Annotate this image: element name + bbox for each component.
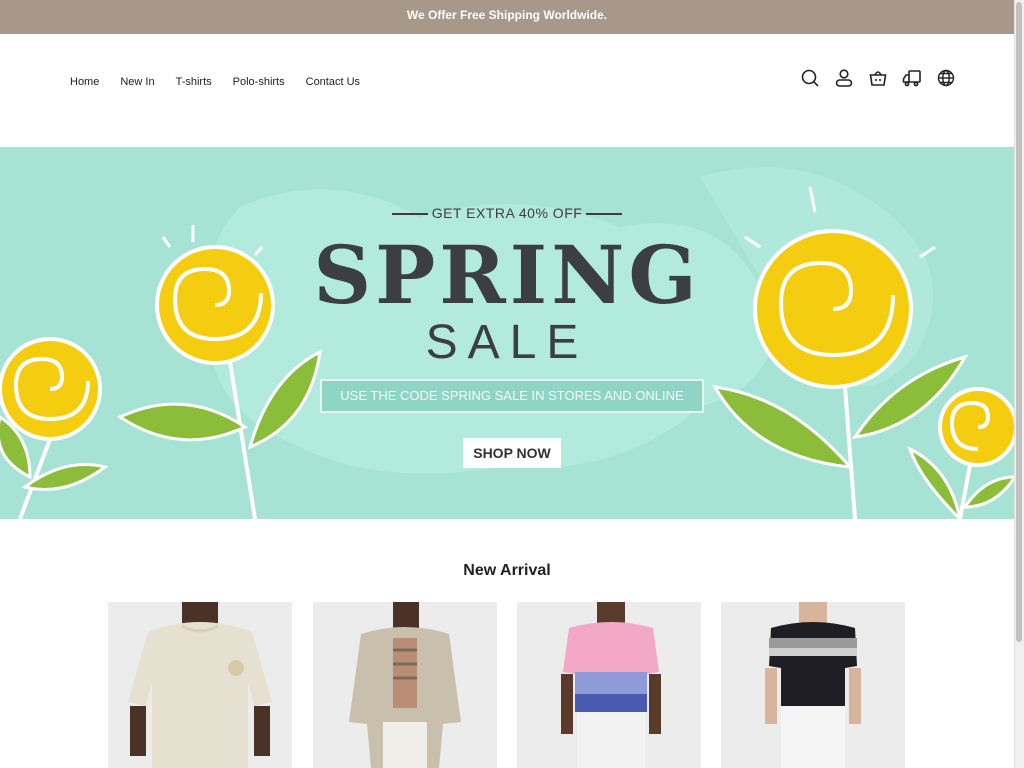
main-nav: Home New In T-shirts Polo-shirts Contact…	[70, 76, 360, 88]
nav-tshirts[interactable]: T-shirts	[176, 76, 212, 88]
cart-icon[interactable]	[868, 68, 888, 88]
product-image	[108, 602, 292, 768]
promo-code-banner: USE THE CODE SPRING SALE IN STORES AND O…	[320, 379, 704, 413]
product-image	[517, 602, 701, 768]
hero-subtitle: SALE	[425, 316, 589, 369]
product-card[interactable]	[108, 602, 292, 768]
kicker-line-right	[586, 213, 623, 216]
hero-kicker: GET EXTRA 40% OFF	[0, 205, 1014, 221]
hero-kicker-text: GET EXTRA 40% OFF	[431, 205, 583, 221]
site-header: Home New In T-shirts Polo-shirts Contact…	[0, 34, 1014, 147]
hero-banner[interactable]: GET EXTRA 40% OFF SPRING SALE USE THE CO…	[0, 147, 1014, 519]
globe-icon[interactable]	[936, 68, 956, 88]
shop-now-button[interactable]: SHOP NOW	[463, 438, 561, 468]
product-card[interactable]	[313, 602, 497, 768]
search-icon[interactable]	[800, 68, 820, 88]
nav-polo-shirts[interactable]: Polo-shirts	[233, 76, 285, 88]
announcement-bar: We Offer Free Shipping Worldwide.	[0, 0, 1014, 34]
account-icon[interactable]	[834, 68, 854, 88]
page-scrollbar[interactable]	[1014, 0, 1024, 768]
nav-home[interactable]: Home	[70, 76, 99, 88]
scrollbar-thumb[interactable]	[1016, 2, 1022, 642]
product-image	[721, 602, 905, 768]
new-arrival-title: New Arrival	[463, 562, 551, 579]
nav-new-in[interactable]: New In	[120, 76, 154, 88]
product-image	[313, 602, 497, 768]
shipping-icon[interactable]	[902, 68, 922, 88]
kicker-line-left	[391, 213, 428, 216]
product-card[interactable]	[517, 602, 701, 768]
product-card[interactable]	[721, 602, 905, 768]
header-icons	[800, 68, 956, 88]
nav-contact-us[interactable]: Contact Us	[306, 76, 360, 88]
hero-title: SPRING	[313, 228, 701, 322]
